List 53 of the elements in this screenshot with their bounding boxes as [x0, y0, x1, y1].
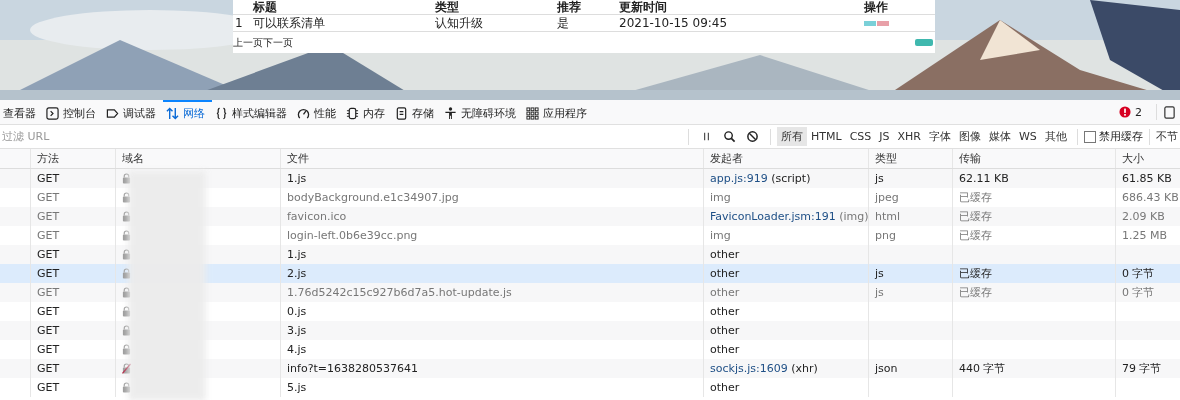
type-filter-button[interactable]: 图像: [954, 127, 985, 146]
devtools-tab[interactable]: 查看器: [0, 100, 43, 124]
column-header: 操作: [864, 0, 889, 14]
type-filter-button[interactable]: 所有: [777, 127, 807, 146]
throttle-dropdown[interactable]: 不节: [1155, 129, 1178, 144]
type-filter-button[interactable]: 字体: [924, 127, 955, 146]
request-row[interactable]: GET 1.76d5242c15c927b6d7a5.hot-update.js other js 已缓存 0 字节: [0, 283, 1180, 302]
column-header: 域名: [115, 149, 280, 168]
column-header: 传输: [952, 149, 1115, 168]
checkbox-label: 禁用缓存: [1098, 129, 1143, 144]
table-cell: 5.js: [280, 378, 703, 397]
table-cell-text: 1: [234, 15, 244, 31]
table-cell-text: 可以联系清单: [253, 15, 326, 31]
type-filter-button[interactable]: XHR: [893, 128, 925, 145]
column-header: 类型: [435, 0, 460, 14]
column-header: 文件: [280, 149, 703, 168]
type-filter-button[interactable]: 媒体: [984, 127, 1015, 146]
devtools-tab[interactable]: 性能: [294, 100, 343, 124]
type-filter-button[interactable]: CSS: [845, 128, 876, 145]
type-filter-button[interactable]: WS: [1014, 128, 1041, 145]
type-filter-button[interactable]: JS: [875, 128, 894, 145]
devtools-tab[interactable]: 网络: [163, 100, 212, 124]
table-cell-text: 2021-10-15 09:45: [619, 15, 729, 31]
request-row[interactable]: GET 3.js other: [0, 321, 1180, 340]
request-row[interactable]: GET 2.js other js 已缓存 0 字节: [0, 264, 1180, 283]
devtools-tab[interactable]: 无障碍环境: [441, 100, 523, 124]
devtools-tab[interactable]: 调试器: [103, 100, 163, 124]
devtools-tab[interactable]: 存储: [392, 100, 441, 124]
column-header: 类型: [868, 149, 952, 168]
devtools-tab[interactable]: 样式编辑器: [212, 100, 294, 124]
table-cell-text: 认知升级: [435, 15, 484, 31]
filter-field[interactable]: 过滤 URL: [0, 126, 682, 147]
devtools-tab[interactable]: 控制台: [43, 100, 103, 124]
column-header: 方法: [30, 149, 115, 168]
type-filter-button[interactable]: HTML: [807, 128, 846, 145]
column-header: 发起者: [703, 149, 868, 168]
table-cell: other: [703, 378, 868, 397]
devtools-tab[interactable]: 应用程序: [523, 100, 594, 124]
pagination-link[interactable]: 下一页: [263, 35, 293, 50]
table-cell-text: 是: [557, 15, 570, 31]
request-row[interactable]: GET favicon.ico FaviconLoader.jsm:191 (img) html 已缓存 2.09 KB: [0, 207, 1180, 226]
column-header: 大小: [1115, 149, 1180, 168]
request-row[interactable]: GET info?t=1638280537641 sockjs.js:1609 (xhr) json 440 字节 79 字节: [0, 359, 1180, 378]
type-filter-button[interactable]: 其他: [1040, 127, 1071, 146]
devtools-tab[interactable]: 内存: [343, 100, 392, 124]
table-cell: GET: [30, 378, 115, 397]
column-header: 更新时间: [619, 0, 668, 14]
pagination-link[interactable]: 上一页: [233, 35, 263, 50]
request-row[interactable]: GET 1.js other: [0, 245, 1180, 264]
column-header: 标题: [253, 0, 278, 14]
column-header: 推荐: [557, 0, 582, 14]
request-row[interactable]: GET 1.js app.js:919 (script) js 62.11 KB 61.85 KB: [0, 169, 1180, 188]
error-count: 2: [1135, 105, 1142, 119]
